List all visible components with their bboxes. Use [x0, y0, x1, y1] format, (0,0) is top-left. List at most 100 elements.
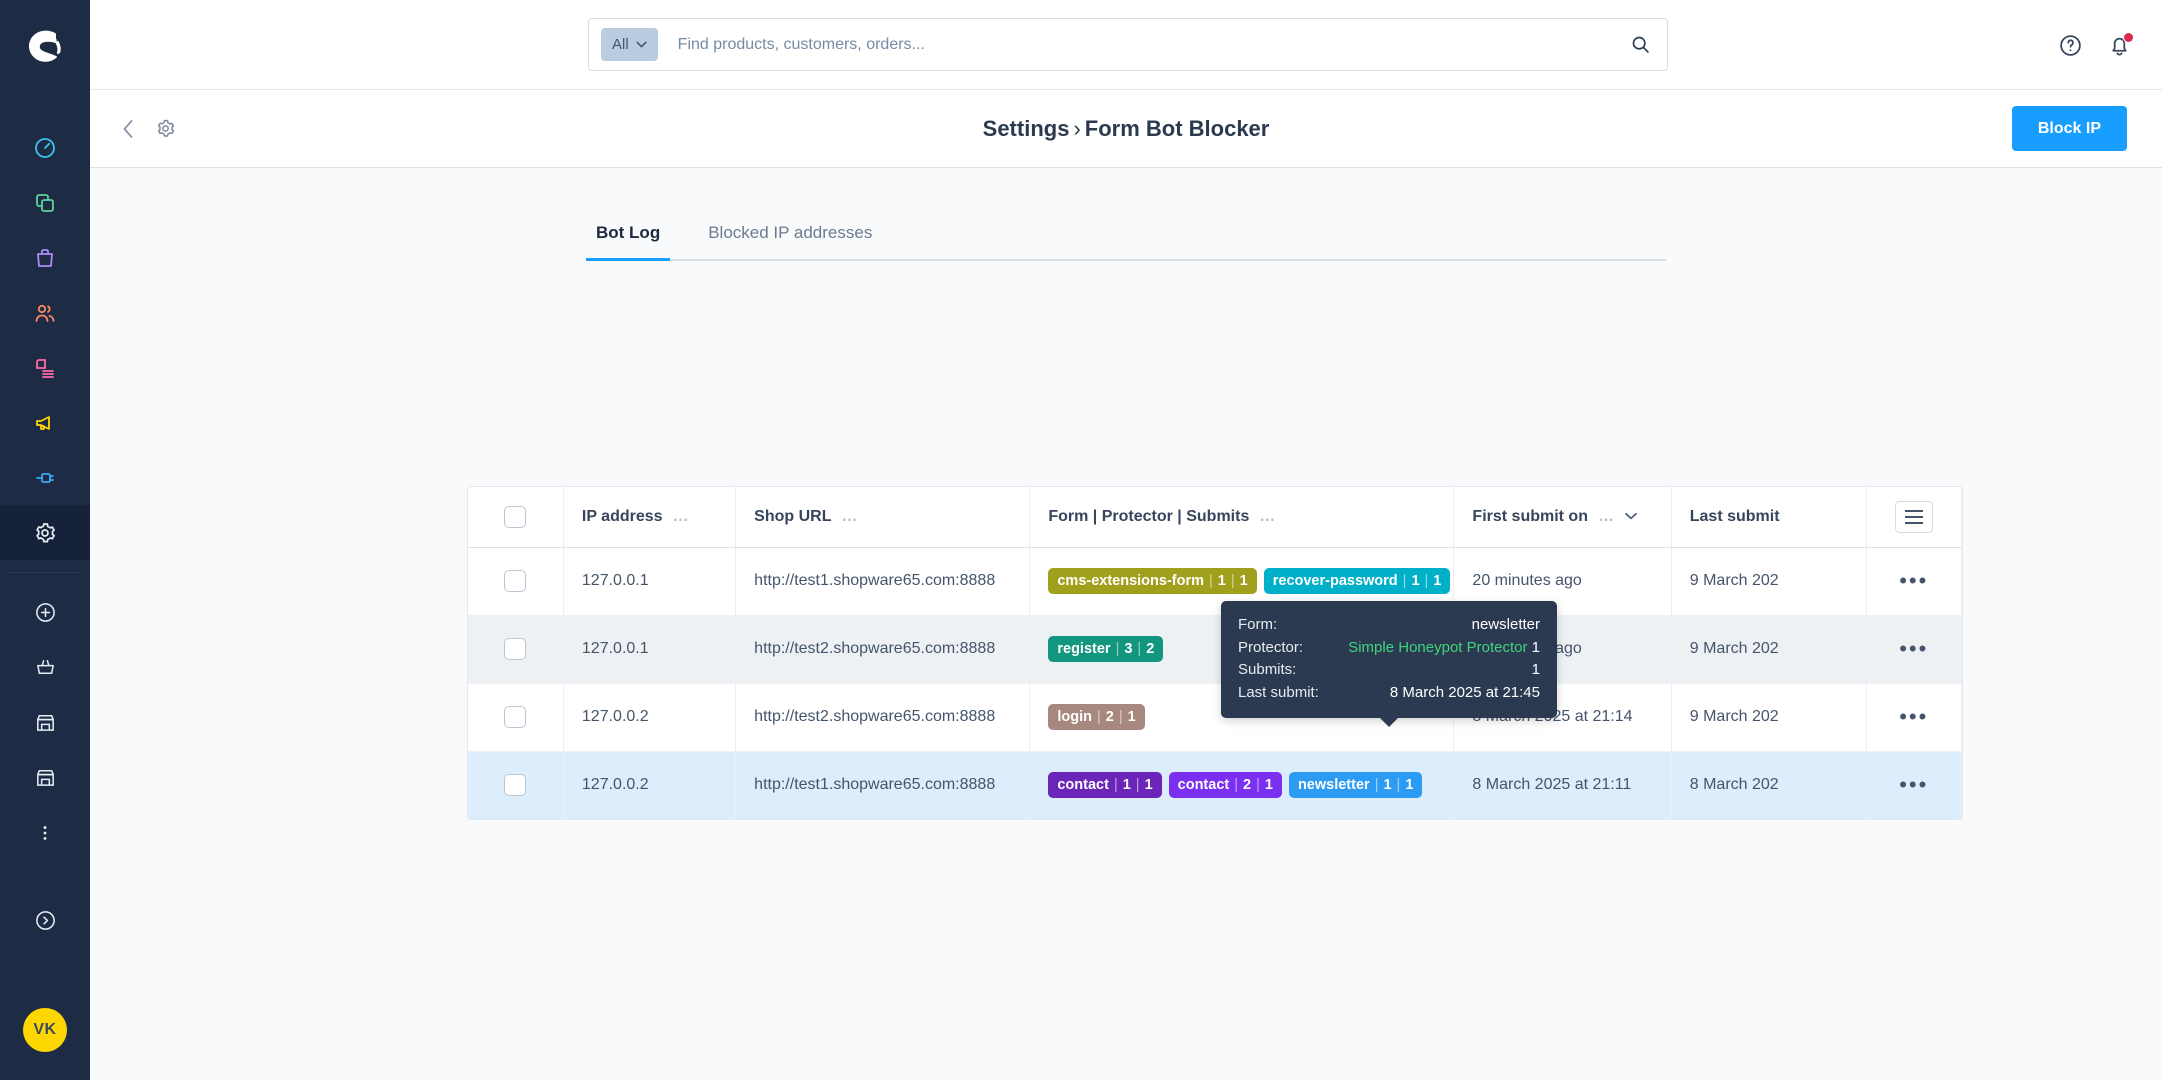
- sidebar-shortcut-add[interactable]: [0, 585, 90, 640]
- column-label: IP address: [581, 507, 663, 525]
- column-menu-icon[interactable]: …: [1259, 508, 1276, 526]
- sidebar-item-settings[interactable]: [0, 505, 90, 560]
- column-header-first-submit-on[interactable]: First submit on …: [1453, 487, 1672, 548]
- sidebar-shortcut-more[interactable]: [0, 805, 90, 860]
- avatar[interactable]: VK: [23, 1008, 67, 1052]
- cell-ip-address: 127.0.0.2: [563, 682, 737, 751]
- cell-shop-url: http://test1.shopware65.com:8888: [735, 750, 1031, 819]
- row-checkbox[interactable]: [504, 638, 527, 660]
- column-header-actions: [1866, 487, 1962, 548]
- column-header-select: [468, 487, 564, 548]
- search-input[interactable]: [657, 35, 1626, 54]
- column-header-form-protector-submits[interactable]: Form | Protector | Submits …: [1029, 487, 1455, 548]
- form-badge[interactable]: register | 3 | 2: [1048, 636, 1164, 662]
- global-search[interactable]: All: [588, 18, 1668, 71]
- sort-chevron-down-icon[interactable]: [1625, 511, 1637, 523]
- table-row[interactable]: 127.0.0.2 http://test2.shopware65.com:88…: [468, 682, 1962, 751]
- table-row[interactable]: 127.0.0.1 http://test1.shopware65.com:88…: [468, 547, 1962, 615]
- main-area: All Find products, customers, orders... …: [90, 0, 2162, 1080]
- sidebar-shortcut-basket[interactable]: [0, 640, 90, 695]
- tooltip-last-value: 8 March 2025 at 21:45: [1389, 683, 1540, 701]
- page-content: Bot Log Blocked IP addresses IP address …: [90, 168, 2162, 1080]
- sidebar-shortcut-storefront-1[interactable]: [0, 695, 90, 750]
- more-vertical-icon: [43, 825, 47, 840]
- sidebar-item-orders[interactable]: [0, 230, 90, 285]
- column-menu-icon[interactable]: …: [842, 508, 859, 526]
- back-button[interactable]: [120, 118, 137, 140]
- sidebar-item-marketing[interactable]: [0, 395, 90, 450]
- badge-form-name: recover-password: [1272, 573, 1398, 589]
- cell-actions: •••: [1866, 682, 1962, 751]
- tooltip-last-label: Last submit:: [1238, 683, 1319, 701]
- badge-submits-count: 1: [1264, 777, 1273, 794]
- notification-badge: [2123, 31, 2134, 43]
- sidebar-item-catalogues[interactable]: [0, 175, 90, 230]
- badge-submits-count: 1: [1127, 709, 1136, 725]
- search-icon[interactable]: [1626, 34, 1655, 55]
- badge-protector-count: 2: [1243, 777, 1252, 794]
- row-select-cell: [468, 750, 564, 819]
- badge-submits-count: 1: [1239, 573, 1248, 589]
- search-scope-dropdown[interactable]: All: [601, 28, 658, 61]
- sidebar-item-extensions[interactable]: [0, 450, 90, 505]
- sidebar-item-customers[interactable]: [0, 285, 90, 340]
- row-actions-button[interactable]: •••: [1899, 773, 1928, 796]
- sidebar-item-dashboard[interactable]: [0, 120, 90, 175]
- tab-bot-log[interactable]: Bot Log: [586, 223, 671, 261]
- breadcrumb-separator: ›: [1073, 115, 1081, 141]
- badge-submits-count: 1: [1405, 777, 1414, 794]
- row-actions-button[interactable]: •••: [1899, 705, 1928, 728]
- form-badge[interactable]: newsletter | 1 | 1: [1288, 772, 1423, 799]
- tab-bar: Bot Log Blocked IP addresses: [586, 223, 1666, 261]
- badge-form-name: contact: [1177, 777, 1230, 794]
- column-menu-icon[interactable]: …: [673, 508, 690, 526]
- column-header-ip-address[interactable]: IP address …: [563, 487, 737, 548]
- row-actions-button[interactable]: •••: [1899, 569, 1928, 592]
- form-badge[interactable]: cms-extensions-form | 1 | 1: [1048, 568, 1257, 594]
- tab-blocked-ip-addresses[interactable]: Blocked IP addresses: [698, 223, 882, 259]
- cell-first-submit: 8 March 2025 at 21:11: [1453, 750, 1672, 819]
- badge-protector-count: 1: [1383, 777, 1392, 794]
- help-circle-icon[interactable]: [2058, 33, 2083, 58]
- row-checkbox[interactable]: [504, 570, 527, 592]
- list-settings-icon[interactable]: [1894, 500, 1933, 533]
- select-all-checkbox[interactable]: [504, 505, 527, 528]
- badge-protector-count: 1: [1217, 573, 1226, 589]
- row-checkbox[interactable]: [504, 774, 527, 797]
- block-ip-button[interactable]: Block IP: [2011, 106, 2127, 151]
- cell-fade: [1821, 752, 1866, 819]
- basket-icon: [36, 660, 54, 675]
- badge-tooltip: Form: newsletter Protector: Simple Honey…: [1221, 601, 1557, 727]
- page-settings-button[interactable]: [155, 118, 176, 139]
- badge-form-name: contact: [1057, 777, 1109, 794]
- sidebar-item-content[interactable]: [0, 340, 90, 395]
- row-actions-button[interactable]: •••: [1899, 637, 1928, 660]
- cell-actions: •••: [1866, 614, 1962, 683]
- column-menu-icon[interactable]: …: [1598, 508, 1615, 526]
- column-header-last-submit[interactable]: Last submit: [1671, 487, 1867, 548]
- cell-fade: [1821, 616, 1866, 683]
- tooltip-submits-label: Submits:: [1238, 661, 1297, 678]
- bell-icon[interactable]: [2107, 31, 2134, 58]
- tooltip-row-protector: Protector: Simple Honeypot Protector 1: [1238, 637, 1540, 660]
- form-badge[interactable]: contact | 2 | 1: [1168, 772, 1282, 799]
- column-fade: [1821, 487, 1866, 546]
- row-checkbox[interactable]: [504, 706, 527, 728]
- column-label: Form | Protector | Submits: [1048, 507, 1250, 525]
- form-badge[interactable]: login | 2 | 1: [1048, 704, 1145, 730]
- expand-sidebar-button[interactable]: [0, 893, 90, 948]
- table-row[interactable]: 127.0.0.2 http://test1.shopware65.com:88…: [468, 750, 1962, 819]
- shopware-logo[interactable]: [0, 0, 90, 90]
- form-badge[interactable]: recover-password | 1 | 1: [1263, 568, 1451, 594]
- page-header: Settings › Form Bot Blocker Block IP: [90, 90, 2162, 168]
- form-badge[interactable]: contact | 1 | 1: [1048, 772, 1162, 799]
- tooltip-form-label: Form:: [1238, 616, 1278, 633]
- store-icon: [36, 770, 54, 786]
- badge-submits-count: 1: [1144, 777, 1153, 794]
- gear-icon: [157, 119, 175, 137]
- sidebar-shortcut-storefront-2[interactable]: [0, 750, 90, 805]
- column-header-shop-url[interactable]: Shop URL …: [735, 487, 1031, 548]
- table-row[interactable]: 127.0.0.1 http://test2.shopware65.com:88…: [468, 614, 1962, 683]
- tooltip-row-last-submit: Last submit: 8 March 2025 at 21:45: [1238, 682, 1540, 705]
- breadcrumb-current: Form Bot Blocker: [1084, 115, 1270, 141]
